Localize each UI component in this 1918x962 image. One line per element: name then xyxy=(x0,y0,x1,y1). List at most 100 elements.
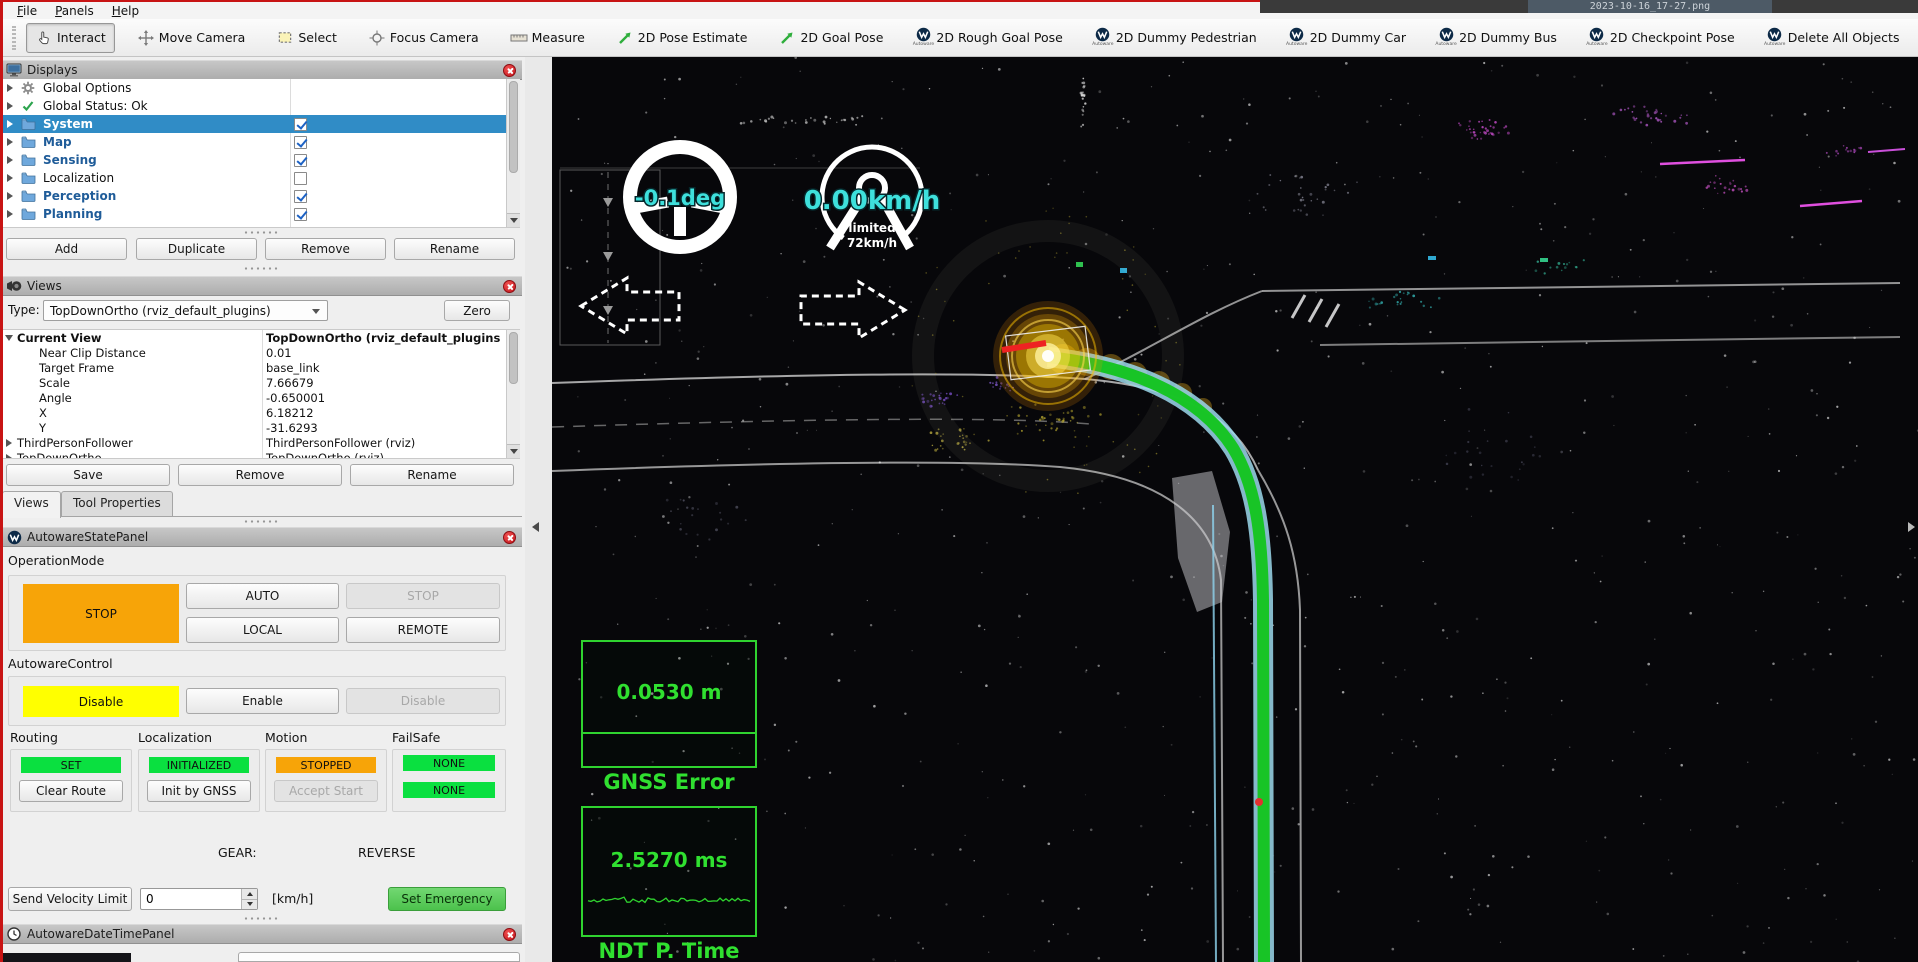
displays-row-localization[interactable]: Localization xyxy=(0,169,520,187)
tool-2d-dummy-pedestrian[interactable]: Autoware2D Dummy Pedestrian xyxy=(1085,23,1266,53)
tab-views[interactable]: Views xyxy=(2,491,61,518)
resize-handle[interactable] xyxy=(243,267,279,270)
remote-button[interactable]: REMOTE xyxy=(346,617,500,643)
views-panel-header[interactable]: Views xyxy=(0,276,522,296)
tool-2d-rough-goal-pose[interactable]: Autoware2D Rough Goal Pose xyxy=(905,23,1071,53)
expander-icon[interactable] xyxy=(6,156,14,164)
expander-icon[interactable] xyxy=(6,210,14,218)
enabled-checkbox[interactable] xyxy=(294,172,307,185)
3d-viewport[interactable]: -0.1deg 0.00km/h limited 72km/h 0.0530 m… xyxy=(552,57,1918,962)
add-display-button[interactable]: Add xyxy=(6,238,127,260)
tool-2d-dummy-bus[interactable]: Autoware2D Dummy Bus xyxy=(1428,23,1566,53)
rename-display-button[interactable]: Rename xyxy=(394,238,515,260)
remove-view-button[interactable]: Remove xyxy=(178,464,342,486)
expander-icon[interactable] xyxy=(6,84,14,92)
expander-icon[interactable] xyxy=(6,102,14,110)
velocity-limit-stepper[interactable] xyxy=(140,888,258,910)
init-by-gnss-button[interactable]: Init by GNSS xyxy=(147,780,251,802)
expander-icon[interactable] xyxy=(6,120,14,128)
tool-measure[interactable]: Measure xyxy=(501,23,594,53)
tool-2d-dummy-car[interactable]: Autoware2D Dummy Car xyxy=(1279,23,1415,53)
autoware-state-panel-header[interactable]: AutowareStatePanel xyxy=(0,527,522,547)
view-property-near-clip-distance[interactable]: Near Clip Distance0.01 xyxy=(0,345,520,360)
view-property-angle[interactable]: Angle-0.650001 xyxy=(0,390,520,405)
enabled-checkbox[interactable] xyxy=(294,154,307,167)
expander-icon[interactable] xyxy=(5,439,13,447)
expander-icon[interactable] xyxy=(6,174,14,182)
property-value[interactable]: 7.66679 xyxy=(266,376,314,390)
tab-tool-properties[interactable]: Tool Properties xyxy=(61,491,173,516)
displays-row-sensing[interactable]: Sensing xyxy=(0,151,520,169)
datetime-panel-header[interactable]: AutowareDateTimePanel xyxy=(0,924,522,944)
expander-icon[interactable] xyxy=(5,334,13,342)
toolbar-grip[interactable] xyxy=(12,26,16,50)
velocity-limit-input[interactable] xyxy=(141,889,241,909)
collapse-right-icon[interactable] xyxy=(1908,522,1915,532)
tool-2d-pose-estimate[interactable]: 2D Pose Estimate xyxy=(607,23,757,53)
property-value[interactable]: 6.18212 xyxy=(266,406,314,420)
rename-view-button[interactable]: Rename xyxy=(350,464,514,486)
menu-help[interactable]: Help xyxy=(103,4,148,18)
tool-interact[interactable]: Interact xyxy=(26,23,115,53)
remove-display-button[interactable]: Remove xyxy=(265,238,386,260)
save-view-button[interactable]: Save xyxy=(6,464,170,486)
tool-2d-goal-pose[interactable]: 2D Goal Pose xyxy=(769,23,892,53)
view-type-select[interactable]: TopDownOrtho (rviz_default_plugins) xyxy=(43,300,328,321)
displays-scrollbar[interactable] xyxy=(506,79,520,227)
auto-button[interactable]: AUTO xyxy=(186,583,339,609)
displays-close-icon[interactable] xyxy=(503,64,516,77)
property-value[interactable]: 0.01 xyxy=(266,346,292,360)
spin-down-icon[interactable] xyxy=(242,899,257,910)
view-property-y[interactable]: Y-31.6293 xyxy=(0,420,520,435)
tool-select[interactable]: Select xyxy=(267,23,346,53)
view-property-x[interactable]: X6.18212 xyxy=(0,405,520,420)
view-property-current-view[interactable]: Current ViewTopDownOrtho (rviz_default_p… xyxy=(0,330,520,345)
menu-panels[interactable]: Panels xyxy=(46,4,103,18)
views-close-icon[interactable] xyxy=(503,280,516,293)
tool-2d-checkpoint-pose[interactable]: Autoware2D Checkpoint Pose xyxy=(1579,23,1744,53)
tool-delete-all-objects[interactable]: AutowareDelete All Objects xyxy=(1757,23,1909,53)
accept-start-button[interactable]: Accept Start xyxy=(274,780,378,802)
displays-row-perception[interactable]: Perception xyxy=(0,187,520,205)
property-value[interactable]: base_link xyxy=(266,361,320,375)
views-properties-tree[interactable]: Current ViewTopDownOrtho (rviz_default_p… xyxy=(0,329,520,459)
state-panel-close-icon[interactable] xyxy=(503,531,516,544)
datetime-close-icon[interactable] xyxy=(503,928,516,941)
resize-handle[interactable] xyxy=(243,520,279,523)
enabled-checkbox[interactable] xyxy=(294,118,307,131)
expander-icon[interactable] xyxy=(6,192,14,200)
view-property-thirdpersonfollower[interactable]: ThirdPersonFollowerThirdPersonFollower (… xyxy=(0,435,520,450)
property-value[interactable]: ThirdPersonFollower (rviz) xyxy=(266,436,415,450)
view-property-target-frame[interactable]: Target Framebase_link xyxy=(0,360,520,375)
send-velocity-limit-button[interactable]: Send Velocity Limit xyxy=(8,887,132,911)
scroll-down-icon[interactable] xyxy=(507,444,520,458)
local-button[interactable]: LOCAL xyxy=(186,617,339,643)
displays-row-planning[interactable]: Planning xyxy=(0,205,520,223)
tool-move-camera[interactable]: Move Camera xyxy=(128,23,255,53)
spin-up-icon[interactable] xyxy=(242,889,257,899)
resize-handle[interactable] xyxy=(243,231,279,234)
expander-icon[interactable] xyxy=(5,454,13,460)
displays-panel-header[interactable]: Displays xyxy=(0,60,522,80)
displays-row-map[interactable]: Map xyxy=(0,133,520,151)
view-property-topdownortho[interactable]: TopDownOrthoTopDownOrtho (rviz) xyxy=(0,450,520,459)
resize-handle[interactable] xyxy=(243,917,279,920)
property-value[interactable]: -0.650001 xyxy=(266,391,325,405)
menu-file[interactable]: File xyxy=(8,4,46,18)
set-emergency-button[interactable]: Set Emergency xyxy=(388,887,506,911)
enable-button[interactable]: Enable xyxy=(186,688,339,714)
property-value[interactable]: TopDownOrtho (rviz) xyxy=(266,451,384,460)
views-scrollbar[interactable] xyxy=(506,330,520,458)
expander-icon[interactable] xyxy=(6,138,14,146)
enabled-checkbox[interactable] xyxy=(294,190,307,203)
enabled-checkbox[interactable] xyxy=(294,136,307,149)
duplicate-display-button[interactable]: Duplicate xyxy=(136,238,257,260)
property-value[interactable]: TopDownOrtho (rviz_default_plugins xyxy=(266,331,500,345)
view-property-scale[interactable]: Scale7.66679 xyxy=(0,375,520,390)
displays-row-system[interactable]: System xyxy=(0,115,520,133)
clear-route-button[interactable]: Clear Route xyxy=(19,780,123,802)
displays-tree[interactable]: Global OptionsGlobal Status: OkSystemMap… xyxy=(0,79,520,228)
enabled-checkbox[interactable] xyxy=(294,208,307,221)
scroll-down-icon[interactable] xyxy=(507,213,520,227)
zero-button[interactable]: Zero xyxy=(444,300,510,321)
